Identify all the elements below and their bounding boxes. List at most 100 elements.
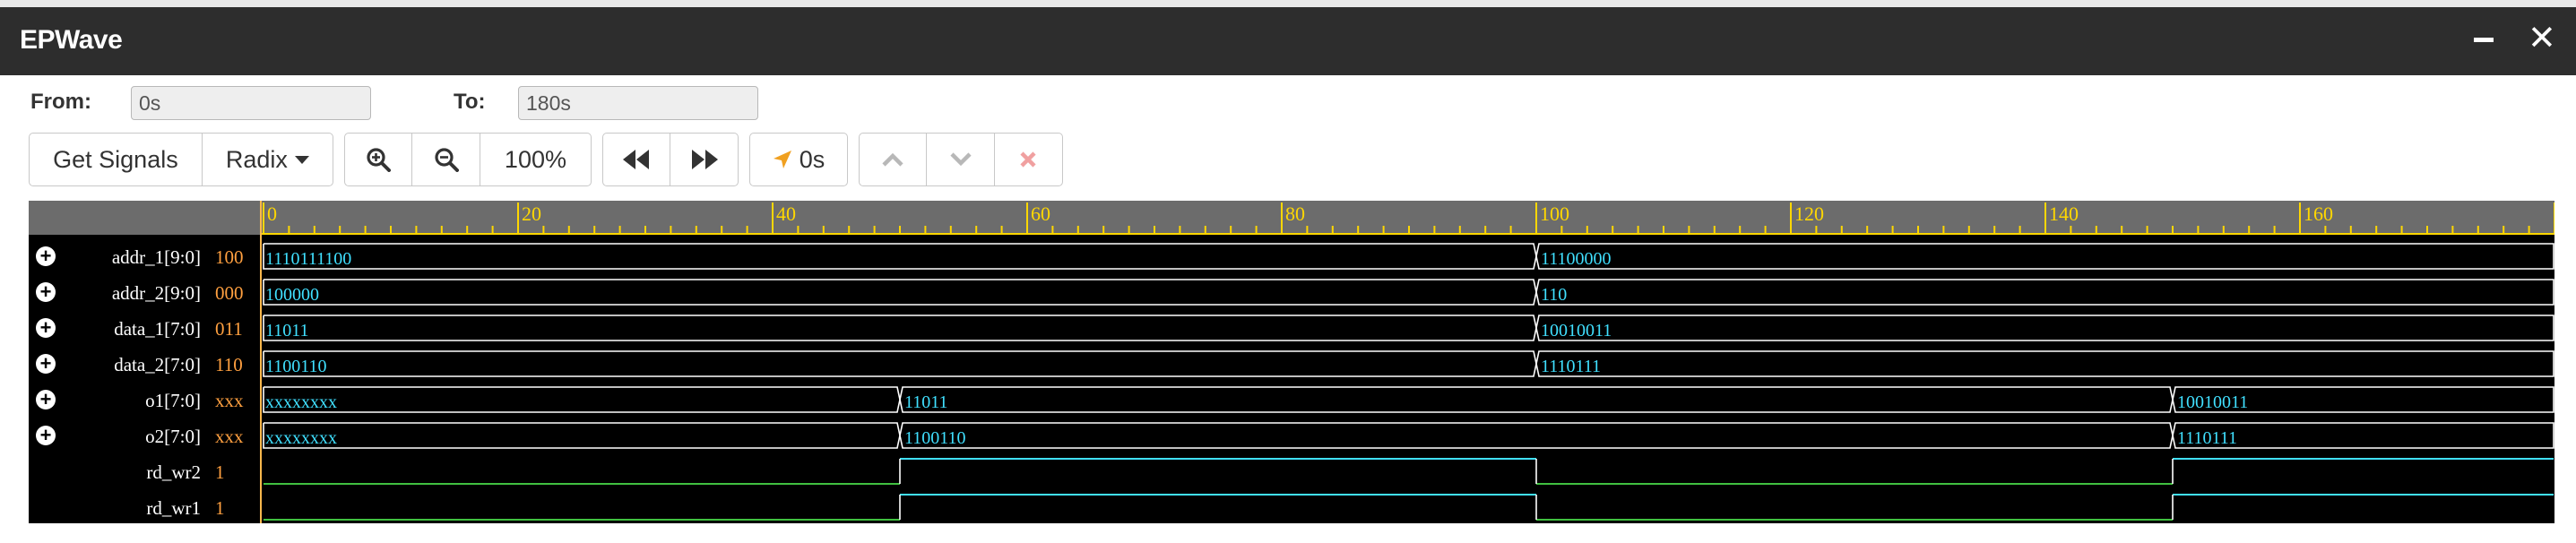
bus-value-label: 100000 [265, 285, 319, 305]
signal-cursor-value: 1 [215, 461, 225, 483]
cursor-time-group: 0s [749, 133, 848, 186]
from-input[interactable] [131, 86, 371, 120]
delete-signal-button[interactable] [995, 134, 1062, 185]
minimize-icon[interactable] [2474, 38, 2494, 42]
bus-value-label: 1100110 [265, 357, 327, 376]
signal-row[interactable]: rd_wr1 1 [29, 490, 260, 526]
bus-segment [899, 386, 2174, 413]
expand-plus-icon[interactable]: + [36, 426, 56, 445]
bus-segment [1535, 279, 2554, 306]
ruler-tick-label: 40 [776, 203, 796, 225]
move-up-button[interactable] [860, 134, 928, 185]
bus-segment [263, 279, 1537, 306]
zoom-in-button[interactable] [345, 134, 413, 185]
signal-name: data_2[7:0] [114, 354, 201, 375]
expand-plus-icon[interactable]: + [36, 246, 56, 266]
ruler-tick-label: 100 [1540, 203, 1569, 225]
bus-value-label: xxxxxxxx [265, 428, 337, 448]
cursor-arrow-icon [773, 151, 791, 168]
signal-row[interactable]: + o2[7:0] xxx [29, 418, 260, 454]
signal-name: addr_2[9:0] [111, 282, 201, 304]
signal-cursor-value: xxx [215, 390, 244, 411]
bus-value-label: 110 [1541, 285, 1567, 305]
bus-value-label: xxxxxxxx [265, 392, 337, 412]
waveform-canvas[interactable]: 0 20 40 60 80 100 120 140 160 1110111100 11100000 1… [262, 201, 2555, 523]
expand-plus-icon[interactable]: + [36, 282, 56, 302]
bus-value-label: 11011 [265, 321, 309, 340]
rewind-icon [623, 150, 649, 169]
to-label: To: [454, 90, 486, 114]
signal-cursor-value: xxx [215, 426, 244, 447]
cursor-time-button[interactable]: 0s [750, 134, 847, 185]
expand-plus-icon[interactable]: + [36, 354, 56, 374]
browser-top-strip [0, 0, 2576, 7]
waveform-viewer: + addr_1[9:0] 100 + addr_2[9:0] 000 + data_1[7:… [29, 201, 2555, 523]
bus-segment [1535, 315, 2554, 341]
close-icon[interactable]: ✕ [2528, 16, 2556, 61]
signal-row[interactable]: + addr_1[9:0] 100 [29, 239, 260, 275]
signal-order-group [859, 133, 1063, 186]
signal-row[interactable]: rd_wr2 1 [29, 454, 260, 490]
cursor-time-label: 0s [799, 145, 826, 173]
signal-name: rd_wr2 [146, 461, 201, 483]
bus-value-label: 1110111100 [265, 249, 351, 269]
expand-plus-icon[interactable]: + [36, 390, 56, 409]
zoom-out-icon [435, 148, 459, 172]
bus-value-label: 11100000 [1541, 249, 1612, 269]
bus-segment [263, 386, 901, 413]
bus-segment [1535, 350, 2554, 377]
bus-segment [263, 315, 1537, 341]
signal-cursor-value: 100 [215, 246, 244, 268]
ruler-tick-label: 80 [1285, 203, 1305, 225]
signal-row[interactable]: + addr_2[9:0] 000 [29, 275, 260, 311]
fast-forward-button[interactable] [670, 134, 738, 185]
bus-segment [263, 243, 1537, 270]
radix-dropdown[interactable]: Radix [203, 134, 333, 185]
chevron-down-icon [949, 152, 972, 167]
delete-icon [1020, 151, 1036, 168]
signal-name: rd_wr1 [146, 497, 201, 519]
zoom-level-display[interactable]: 100% [480, 134, 591, 185]
to-input[interactable] [518, 86, 758, 120]
signal-cursor-value: 000 [215, 282, 244, 304]
signal-name: o2[7:0] [145, 426, 201, 447]
signal-name: data_1[7:0] [114, 318, 201, 340]
window-titlebar: EPWave ✕ [0, 7, 2576, 75]
zoom-in-icon [367, 148, 392, 172]
ruler-tick-label: 140 [2049, 203, 2079, 225]
signal-cursor-value: 1 [215, 497, 225, 519]
chevron-up-icon [882, 152, 903, 167]
fast-forward-icon [691, 150, 718, 169]
ruler-tick-label: 0 [267, 203, 277, 225]
bus-segment [263, 422, 901, 449]
rewind-button[interactable] [603, 134, 670, 185]
bus-value-label: 10010011 [2177, 392, 2248, 412]
bus-value-label: 10010011 [1541, 321, 1612, 340]
ruler-tick-label: 160 [2304, 203, 2333, 225]
navigation-button-group [602, 133, 739, 186]
bus-value-label: 1110111 [1541, 357, 1601, 376]
bus-value-label: 11011 [904, 392, 948, 412]
ruler-tick-label: 60 [1031, 203, 1050, 225]
signal-row[interactable]: + o1[7:0] xxx [29, 383, 260, 418]
zoom-out-button[interactable] [412, 134, 480, 185]
move-down-button[interactable] [927, 134, 995, 185]
bus-value-label: 1110111 [2177, 428, 2237, 448]
signal-cursor-value: 110 [215, 354, 243, 375]
get-signals-button[interactable]: Get Signals [30, 134, 203, 185]
bus-segment [263, 350, 1537, 377]
signals-button-group: Get Signals Radix [29, 133, 333, 186]
from-label: From: [30, 90, 91, 114]
signal-name: addr_1[9:0] [111, 246, 201, 268]
signal-row[interactable]: + data_2[7:0] 110 [29, 347, 260, 383]
bus-segment [899, 422, 2174, 449]
signal-name-header [29, 201, 260, 235]
signal-name: o1[7:0] [145, 390, 201, 411]
caret-down-icon [294, 155, 309, 164]
signal-row[interactable]: + data_1[7:0] 011 [29, 311, 260, 347]
signal-name-panel: + addr_1[9:0] 100 + addr_2[9:0] 000 + data_1[7:… [29, 201, 260, 523]
bus-value-label: 1100110 [904, 428, 966, 448]
waveform-plot[interactable]: 0 20 40 60 80 100 120 140 160 1110111100 11100000 1… [262, 201, 2555, 523]
expand-plus-icon[interactable]: + [36, 318, 56, 338]
radix-label: Radix [225, 145, 288, 173]
